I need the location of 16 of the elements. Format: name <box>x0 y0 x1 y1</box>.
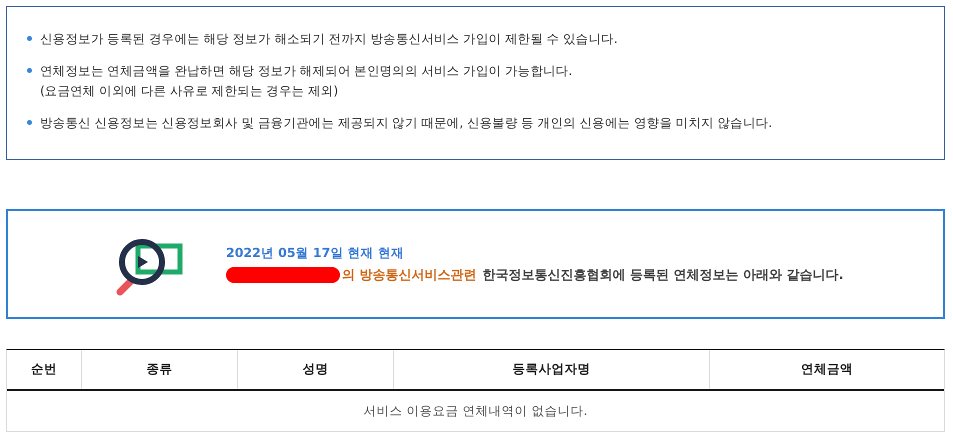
empty-message: 서비스 이용요금 연체내역이 없습니다. <box>362 402 588 420</box>
date-text: 2022년 05월 17일 현재 현재 <box>226 244 405 262</box>
notice-text: 연체정보는 연체금액을 완납하면 해당 정보가 해제되어 본인명의의 서비스 가입이 가능합니다. <box>40 62 572 80</box>
column-header: 순번 <box>7 350 82 389</box>
column-header: 등록사업자명 <box>394 350 710 389</box>
bullet-icon <box>27 68 32 73</box>
bullet-icon <box>27 120 32 125</box>
notice-text: 신용정보가 등록된 경우에는 해당 정보가 해소되기 전까지 방송통신서비스 가입이 제한될 수 있습니다. <box>40 30 618 48</box>
notice-text: (요금연체 이외에 다른 사유로 제한되는 경우는 제외) <box>40 82 339 100</box>
notice-text: 방송통신 신용정보는 신용정보회사 및 금융기관에는 제공되지 않기 때문에, 신용불량 등 개인의 신용에는 영향을 미치지 않습니다. <box>40 114 772 132</box>
column-header: 성명 <box>238 350 394 389</box>
highlight-text: 의 방송통신서비스관련 <box>342 266 477 284</box>
column-header: 종류 <box>82 350 238 389</box>
status-message: 한국정보통신진흥협회에 등록된 연체정보는 아래와 같습니다. <box>482 266 844 284</box>
column-header: 연체금액 <box>800 360 854 378</box>
bullet-icon <box>27 36 32 41</box>
